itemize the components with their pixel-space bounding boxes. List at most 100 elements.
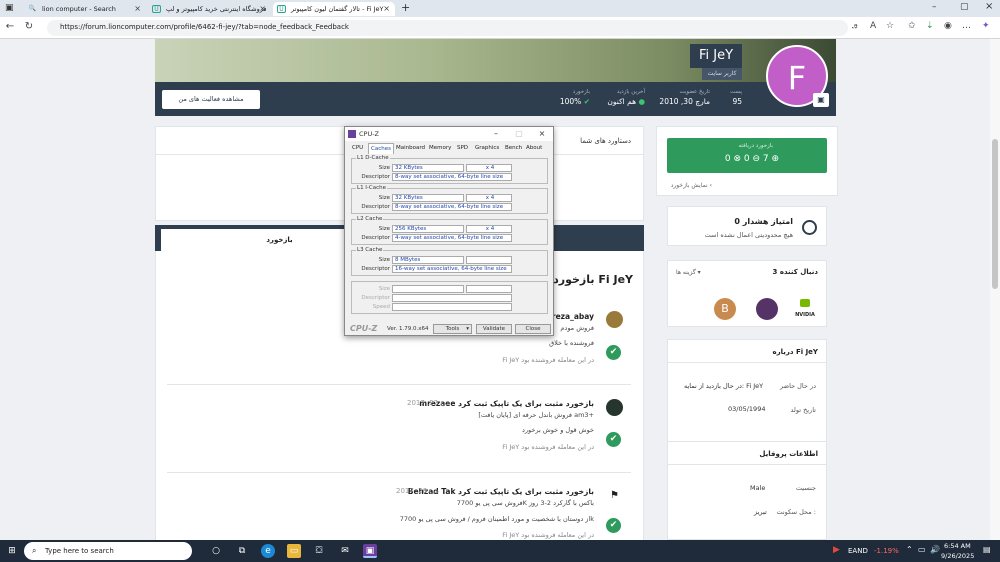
- file-explorer-icon[interactable]: ▭: [287, 544, 301, 558]
- cortana-icon[interactable]: ○: [209, 544, 223, 558]
- close-window-icon[interactable]: ×: [985, 1, 993, 12]
- read-aloud-icon[interactable]: ꭿ: [852, 21, 857, 31]
- descriptor-label: Descriptor: [361, 266, 390, 272]
- info-value: Male: [750, 484, 766, 492]
- speed-label: Speed: [372, 304, 390, 310]
- minimize-icon[interactable]: –: [485, 127, 507, 141]
- tab-search[interactable]: 🔍 lion computer - Search ×: [24, 2, 146, 16]
- stat-key: آخرین بازدید: [616, 89, 645, 95]
- clock-date[interactable]: 9/26/2025: [941, 552, 974, 560]
- copilot-icon[interactable]: ✦: [982, 21, 990, 31]
- cpuz-titlebar[interactable]: CPU-Z – ▢ ×: [345, 127, 553, 141]
- new-tab-icon[interactable]: +: [401, 1, 410, 14]
- close-icon[interactable]: ×: [259, 4, 266, 13]
- edge-icon[interactable]: e: [261, 544, 275, 558]
- cpuz-tab-about[interactable]: About: [524, 143, 544, 154]
- lion-icon: ᑌ: [152, 5, 161, 13]
- followers-options-button[interactable]: گزینه ها ▾: [676, 269, 701, 276]
- url-field[interactable]: https://forum.lioncomputer.com/profile/6…: [47, 20, 848, 36]
- page-scrollbar[interactable]: [990, 39, 1000, 540]
- close-icon[interactable]: ×: [134, 4, 141, 13]
- browser-menu-icon[interactable]: ▣: [5, 3, 14, 13]
- text-size-icon[interactable]: A: [870, 21, 876, 31]
- stat-key: پست: [730, 89, 742, 95]
- view-feedback-link[interactable]: نمایش بازخورد ‹: [671, 182, 712, 189]
- task-view-icon[interactable]: ⧉: [235, 544, 249, 558]
- profile-icon[interactable]: ◉: [944, 21, 952, 31]
- feedback-topic[interactable]: فروش مودم: [560, 324, 594, 332]
- close-icon[interactable]: ×: [531, 127, 553, 141]
- windows-start-icon[interactable]: ⊞: [5, 544, 19, 558]
- cpuz-tab-memory[interactable]: Memory: [427, 143, 453, 154]
- cpuz-tab-bench[interactable]: Bench: [503, 143, 524, 154]
- feedback-author[interactable]: reza_abay: [552, 312, 594, 321]
- store-icon[interactable]: ⛋: [312, 544, 326, 558]
- validate-button[interactable]: Validate: [476, 324, 512, 334]
- tab-label: تالار گفتمان لیون کامپیوتر - Fi JeY: [291, 5, 384, 13]
- image-icon[interactable]: ▣: [813, 93, 829, 107]
- cpuz-tab-mainboard[interactable]: Mainboard: [394, 143, 427, 154]
- lion-icon: ᑌ: [277, 5, 286, 13]
- close-icon[interactable]: ×: [383, 4, 390, 13]
- back-icon[interactable]: ←: [3, 21, 17, 32]
- feedback-status: Fi JeY در این معامله فروشنده بود: [502, 443, 594, 451]
- cpuz-tab-cpu[interactable]: CPU: [350, 143, 365, 154]
- user-avatar[interactable]: [606, 311, 623, 328]
- feedback-counts: 0 ⊗ 0 ⊖ 7 ⊕: [724, 154, 779, 164]
- view-activity-button[interactable]: مشاهده فعالیت های من: [162, 90, 260, 109]
- cpuz-tab-spd[interactable]: SPD: [455, 143, 470, 154]
- feedback-date: می 20, 2017: [396, 487, 440, 495]
- feedback-heading: بازخورد Fi JeY: [553, 273, 633, 286]
- close-button[interactable]: Close: [515, 324, 551, 334]
- feedback-summary-title: بازخورد دریافته: [738, 143, 773, 149]
- multiplier-value: [466, 256, 512, 264]
- descriptor-value: 8-way set associative, 64-byte line size: [392, 173, 512, 181]
- scrollbar-thumb[interactable]: [992, 139, 998, 289]
- profile-info-title: اطلاعات پروفایل: [759, 450, 818, 458]
- favorite-icon[interactable]: ☆: [886, 21, 894, 31]
- cpuz-version: Ver. 1.79.0.x64: [387, 326, 429, 332]
- ticker-name[interactable]: EAND: [848, 547, 868, 555]
- speed-value: [392, 303, 512, 311]
- feedback-note: فروشنده با خلاق: [549, 339, 594, 347]
- tab-label: lion computer - Search: [42, 5, 116, 13]
- follower-avatar[interactable]: B: [714, 298, 736, 320]
- stat-value: مارچ 30, 2010: [659, 97, 710, 106]
- tools-label: Tools: [445, 326, 460, 332]
- network-icon[interactable]: ▭: [918, 545, 926, 554]
- stat-feedback: بازخورد 100% ✔: [552, 89, 590, 106]
- feedback-status: Fi JeY در این معامله فروشنده بود: [502, 356, 594, 364]
- volume-icon[interactable]: 🔊: [930, 545, 940, 554]
- cpuz-taskbar-icon[interactable]: ▣: [363, 544, 377, 558]
- tools-button[interactable]: Tools ▾: [433, 324, 472, 334]
- user-avatar[interactable]: [606, 399, 623, 416]
- maximize-icon[interactable]: ▢: [960, 2, 969, 12]
- minimize-icon[interactable]: –: [932, 2, 937, 12]
- tray-chevron-icon[interactable]: ⌃: [906, 545, 913, 554]
- cpuz-tab-graphics[interactable]: Graphics: [473, 143, 501, 154]
- cpuz-app-icon: [348, 130, 356, 138]
- favorites-icon[interactable]: ✩: [908, 21, 916, 31]
- extension-icon[interactable]: ⇣: [926, 21, 934, 31]
- follower-avatar[interactable]: [756, 298, 778, 320]
- more-icon[interactable]: …: [962, 21, 971, 31]
- notifications-icon[interactable]: ▤: [983, 545, 991, 554]
- warning-card: 0 امتیاز هشدار هیچ محدودیتی اعمال نشده ا…: [667, 206, 827, 246]
- warning-circle-icon: [802, 220, 817, 235]
- mail-icon[interactable]: ✉: [338, 544, 352, 558]
- user-avatar[interactable]: ⚑: [606, 487, 623, 504]
- tab-shop[interactable]: ᑌ فروشگاه اینترنتی خرید کامپیوتر و لپ ×: [148, 2, 271, 16]
- profile-title: کاربر سایت: [702, 68, 742, 80]
- cpuz-tab-caches[interactable]: Caches: [368, 143, 394, 154]
- info-key: محل سکونت :: [776, 508, 816, 516]
- size-value: 8 MBytes: [392, 256, 464, 264]
- search-icon: 🔍: [28, 5, 37, 12]
- taskbar-search[interactable]: ⌕ Type here to search: [24, 542, 192, 560]
- tab-forum[interactable]: ᑌ تالار گفتمان لیون کامپیوتر - Fi JeY ×: [273, 2, 395, 16]
- clock-time[interactable]: 6:54 AM: [944, 542, 971, 550]
- refresh-icon[interactable]: ↻: [22, 21, 36, 32]
- feedback-topic[interactable]: [پایان یافت] فروش باندل حرفه ای am3+: [478, 411, 594, 419]
- feedback-topic[interactable]: فروش سی پی یو 7700K باکس با گارکرد 2-3 ر…: [457, 499, 594, 507]
- empty-cache-group: Size Descriptor Speed: [351, 281, 548, 314]
- url-text: https://forum.lioncomputer.com/profile/6…: [60, 23, 349, 31]
